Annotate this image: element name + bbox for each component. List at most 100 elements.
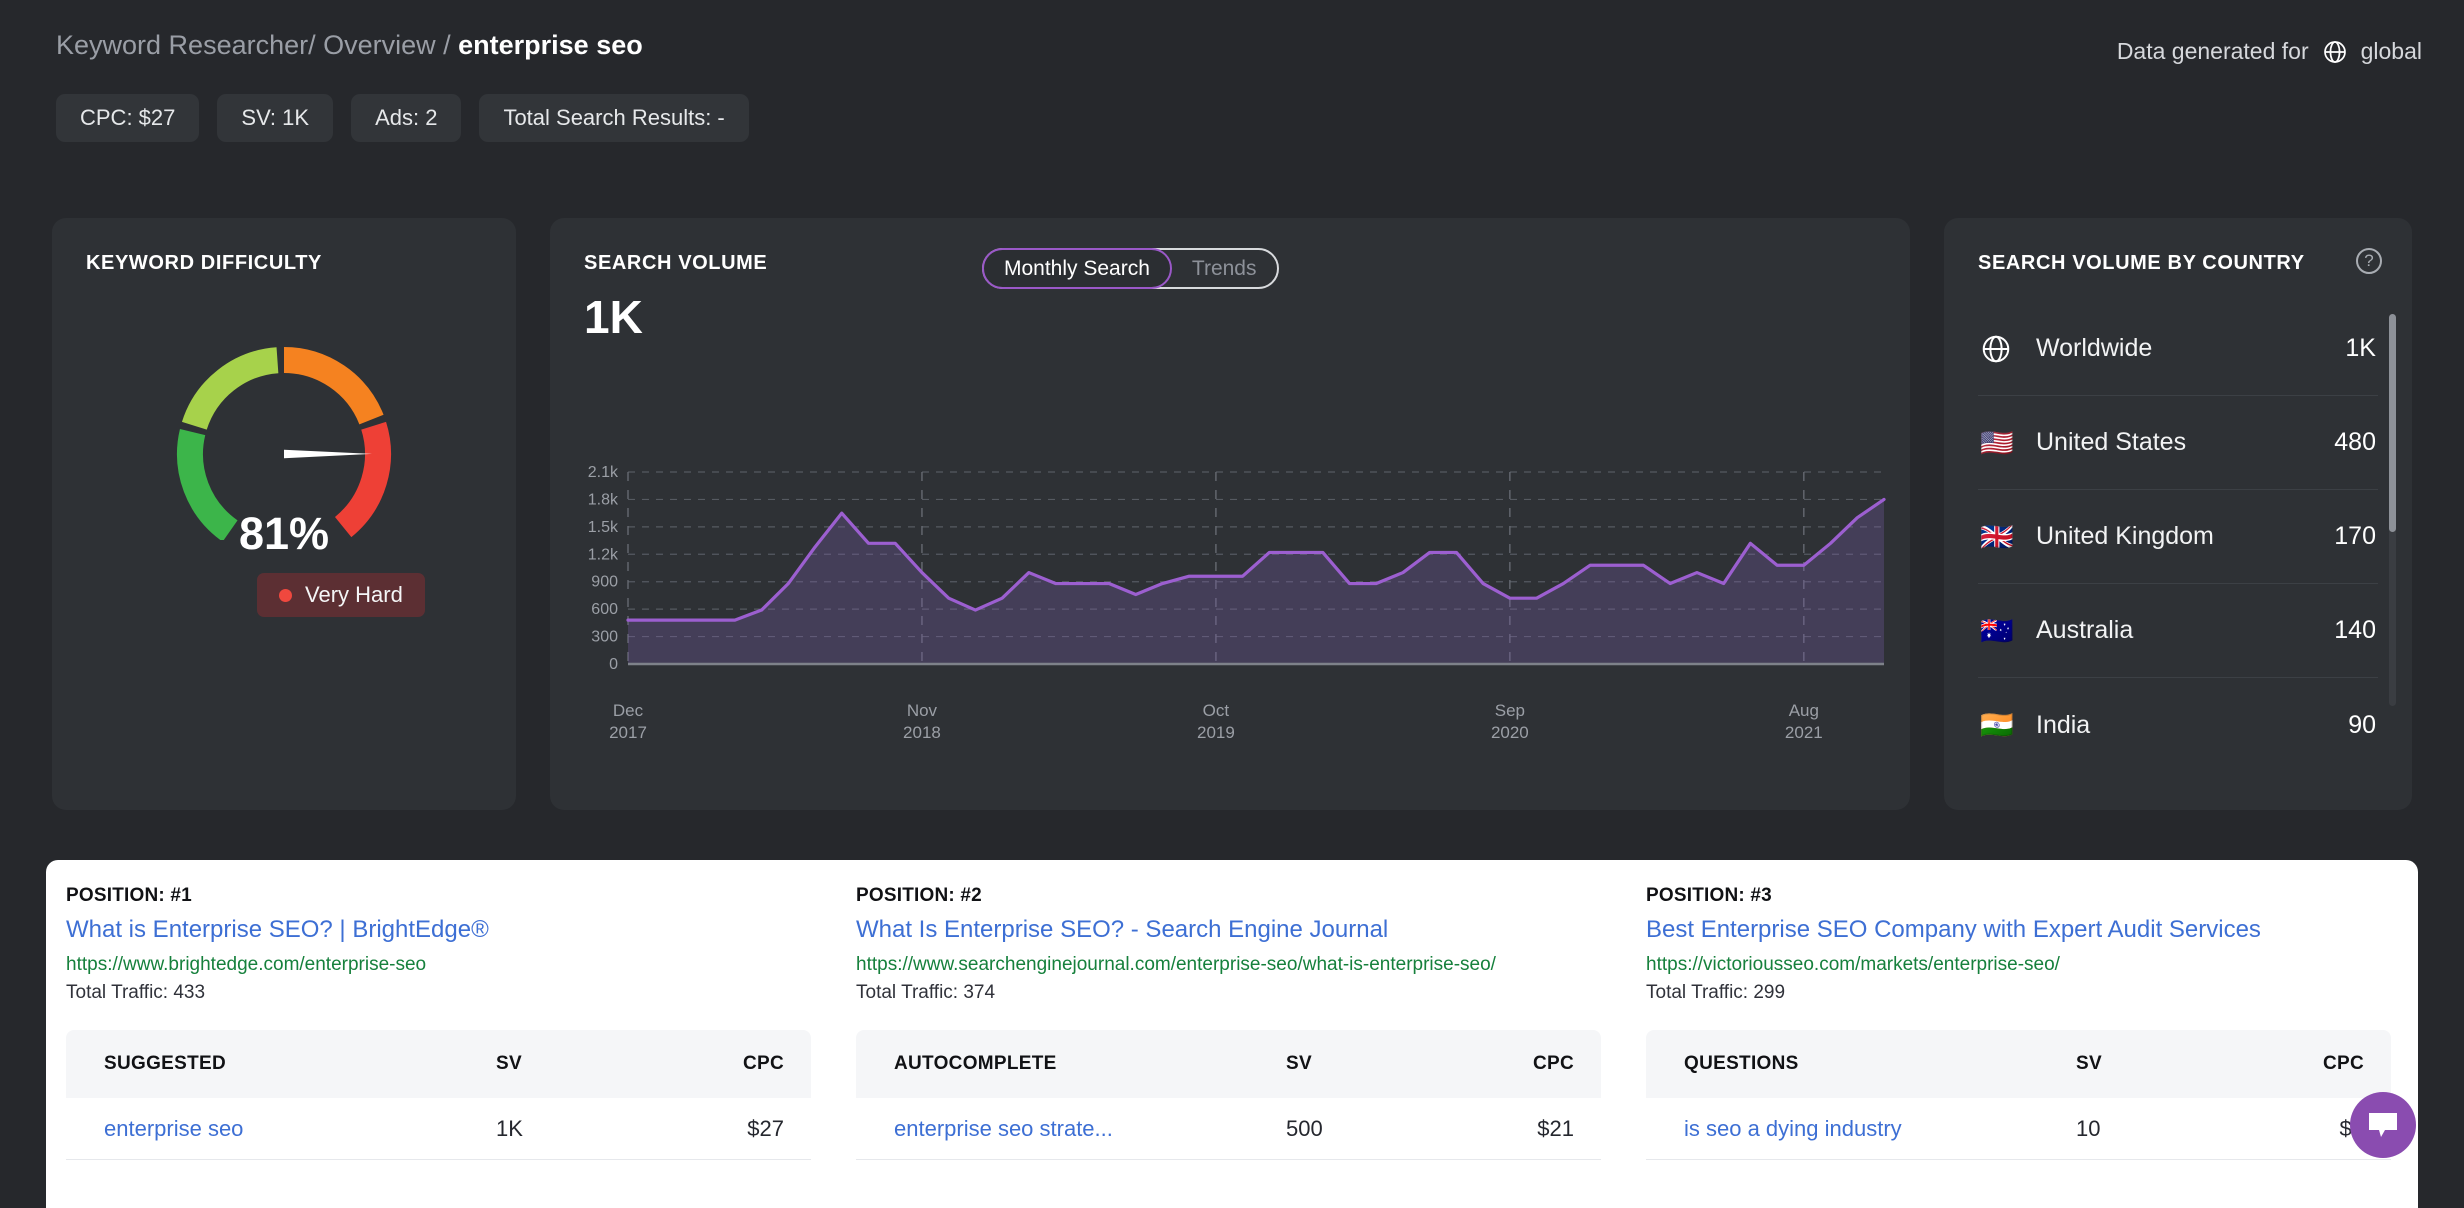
- keyword-difficulty-title: KEYWORD DIFFICULTY: [86, 252, 322, 274]
- chat-widget-button[interactable]: [2350, 1092, 2416, 1158]
- geo-country-volume: 1K: [2345, 334, 2376, 362]
- col-header-keyword: QUESTIONS: [1684, 1053, 1799, 1074]
- geo-country-volume: 170: [2334, 522, 2376, 550]
- search-volume-total: 1K: [584, 291, 643, 343]
- page-header: Keyword Researcher/ Overview / enterpris…: [0, 0, 2464, 150]
- search-volume-toggle: Monthly Search Trends: [982, 248, 1279, 289]
- cell-sv: 10: [2076, 1115, 2101, 1141]
- cell-cpc: $27: [747, 1115, 784, 1141]
- pill-ads[interactable]: Ads: 2: [351, 94, 462, 142]
- chart-x-tick-year: 2019: [1196, 723, 1235, 742]
- cell-keyword[interactable]: is seo a dying industry: [1646, 1116, 2076, 1142]
- serp-position: POSITION: #3: [1646, 885, 1772, 906]
- serp-title-link[interactable]: What Is Enterprise SEO? - Search Engine …: [856, 916, 1388, 944]
- col-header-keyword: SUGGESTED: [104, 1053, 226, 1074]
- serp-url[interactable]: https://www.searchenginejournal.com/ente…: [856, 954, 1496, 976]
- geo-country-name: India: [2036, 710, 2091, 739]
- geo-country-name: Australia: [2036, 616, 2134, 644]
- metric-pill-row: CPC: $27 SV: 1K Ads: 2 Total Search Resu…: [56, 94, 749, 142]
- cell-keyword[interactable]: enterprise seo strate...: [856, 1116, 1286, 1142]
- data-generated-for: Data generated for global: [2117, 38, 2422, 65]
- col-header-sv: SV: [1286, 1053, 1312, 1074]
- chart-y-tick-label: 1.8k: [588, 491, 619, 508]
- col-header-sv: SV: [496, 1053, 522, 1074]
- geo-country-row[interactable]: 🇬🇧 United Kingdom 170: [1978, 490, 2378, 584]
- chart-x-tick-year: 2020: [1490, 723, 1529, 742]
- geo-country-name: United States: [2036, 428, 2187, 456]
- keyword-difficulty-value: 81%: [238, 508, 330, 559]
- chart-y-tick-label: 300: [591, 629, 618, 646]
- keyword-difficulty-card: KEYWORD DIFFICULTY 81% Very Hard LOWEST …: [52, 218, 516, 996]
- geo-country-volume: 90: [2348, 710, 2376, 739]
- country-flag-icon: 🇦🇺: [1980, 615, 2014, 646]
- country-flag-icon: 🇬🇧: [1980, 521, 2014, 552]
- chart-y-tick-label: 0: [609, 656, 618, 673]
- chart-x-tick-label: Aug 2021: [1744, 700, 1864, 744]
- pill-sv[interactable]: SV: 1K: [217, 94, 334, 142]
- chart-y-tick-label: 1.2k: [588, 546, 619, 563]
- chart-x-tick-label: Dec 2017: [568, 700, 688, 744]
- chart-x-tick-month: Dec: [612, 701, 644, 720]
- search-volume-chart: 0 300 600 900 1.2k 1.5k 1.8k 2.1k: [588, 464, 1886, 673]
- chart-x-tick-month: Aug: [1788, 701, 1819, 720]
- geo-country-list: Worldwide 1K 🇺🇸 United States 480 🇬🇧 United Ki…: [1978, 302, 2378, 772]
- chart-y-tick-label: 1.5k: [588, 519, 619, 536]
- geo-country-row[interactable]: Worldwide 1K: [1978, 302, 2378, 396]
- chart-x-tick-month: Nov: [906, 701, 938, 720]
- table-header-row: QUESTIONS SV CPC: [1646, 1030, 2391, 1098]
- chart-x-tick-year: 2017: [609, 723, 647, 742]
- chart-x-tick-label: Sep 2020: [1450, 700, 1570, 744]
- status-badge-label: Very Hard: [305, 582, 403, 607]
- generated-for-value[interactable]: global: [2361, 38, 2422, 65]
- chart-x-tick-year: 2018: [903, 723, 941, 742]
- keyword-difficulty-badge: Very Hard: [257, 573, 425, 617]
- geo-country-row[interactable]: 🇦🇺 Australia 140: [1978, 584, 2378, 678]
- table-row[interactable]: enterprise seo 1K $27: [66, 1098, 811, 1160]
- geo-country-name: Worldwide: [2036, 334, 2153, 362]
- keyword-table: QUESTIONS SV CPC is seo a dying industry…: [1646, 1030, 2391, 1160]
- status-dot-icon: [279, 588, 292, 602]
- serp-url[interactable]: https://www.brightedge.com/enterprise-se…: [66, 954, 426, 976]
- chart-x-tick-month: Sep: [1494, 701, 1525, 720]
- toggle-trends[interactable]: Trends: [1172, 248, 1277, 289]
- chart-y-tick-label: 900: [591, 574, 618, 591]
- pill-cpc[interactable]: CPC: $27: [56, 94, 200, 142]
- breadcrumb-current-keyword: enterprise seo: [458, 30, 643, 60]
- col-header-keyword: AUTOCOMPLETE: [894, 1053, 1057, 1074]
- search-volume-x-axis: Dec 2017 Nov 2018 Oct 2019 Sep 2020 Aug 2021: [550, 700, 1910, 748]
- cell-sv: 500: [1286, 1115, 1323, 1141]
- geo-scrollbar-thumb[interactable]: [2389, 314, 2396, 532]
- geo-country-row[interactable]: 🇺🇸 United States 480: [1978, 396, 2378, 490]
- geo-country-row[interactable]: 🇮🇳 India 90: [1978, 678, 2378, 772]
- table-row[interactable]: is seo a dying industry 10 $4: [1646, 1098, 2391, 1160]
- serp-total-traffic: Total Traffic: 433: [66, 982, 206, 1003]
- chart-x-tick-month: Oct: [1202, 701, 1230, 720]
- toggle-monthly-search[interactable]: Monthly Search: [982, 248, 1172, 289]
- serp-url[interactable]: https://victoriousseo.com/markets/enterp…: [1646, 954, 2060, 976]
- chart-x-tick-year: 2021: [1784, 723, 1823, 742]
- table-row[interactable]: enterprise seo strate... 500 $21: [856, 1098, 1601, 1160]
- table-header-row: SUGGESTED SV CPC: [66, 1030, 811, 1098]
- chart-x-tick-label: Oct 2019: [1156, 700, 1276, 744]
- chart-y-tick-label: 600: [591, 601, 618, 618]
- table-header-row: AUTOCOMPLETE SV CPC: [856, 1030, 1601, 1098]
- col-header-cpc: CPC: [1532, 1053, 1574, 1074]
- search-volume-card: SEARCH VOLUME 1K Monthly Search Trends 0…: [550, 218, 1910, 810]
- geo-country-volume: 140: [2334, 616, 2376, 644]
- geo-country-volume: 480: [2334, 428, 2376, 456]
- keyword-table: AUTOCOMPLETE SV CPC enterprise seo strat…: [856, 1030, 1601, 1160]
- cell-sv: 1K: [496, 1115, 523, 1141]
- serp-position: POSITION: #1: [66, 885, 192, 906]
- serp-total-traffic: Total Traffic: 374: [856, 982, 996, 1003]
- geo-title: SEARCH VOLUME BY COUNTRY: [1978, 252, 2305, 274]
- help-icon[interactable]: ?: [2356, 248, 2382, 274]
- col-header-sv: SV: [2076, 1053, 2102, 1074]
- serp-title-link[interactable]: What is Enterprise SEO? | BrightEdge®: [66, 916, 489, 944]
- chart-y-tick-label: 2.1k: [588, 464, 619, 481]
- pill-total-search-results[interactable]: Total Search Results: -: [479, 94, 749, 142]
- chart-x-tick-label: Nov 2018: [862, 700, 982, 744]
- serp-title-link[interactable]: Best Enterprise SEO Company with Expert …: [1646, 916, 2261, 944]
- cell-keyword[interactable]: enterprise seo: [66, 1116, 496, 1142]
- geo-scrollbar[interactable]: [2389, 314, 2396, 706]
- breadcrumb-path[interactable]: Keyword Researcher/ Overview /: [56, 30, 458, 60]
